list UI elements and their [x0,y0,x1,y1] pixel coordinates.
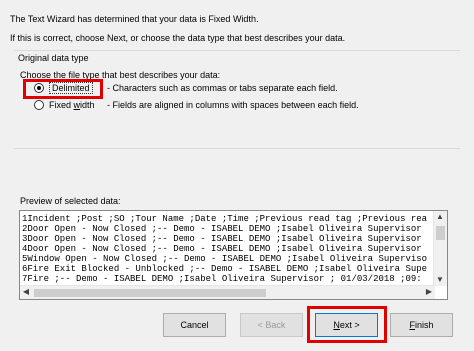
fixed-width-radio-option[interactable]: Fixed width [34,98,95,112]
preview-row-text: Door Open - Now Closed ;-- Demo - ISABEL… [27,234,422,244]
wizard-intro-line1: The Text Wizard has determined that your… [10,14,259,24]
preview-row: 6Fire Exit Blocked - Unblocked ;-- Demo … [22,264,427,274]
wizard-intro-line2: If this is correct, choose Next, or choo… [10,33,346,43]
preview-row: 5Window Open - Now Closed ;-- Demo - ISA… [22,254,427,264]
finish-label: inish [414,320,434,330]
preview-row: 4Door Open - Now Closed ;-- Demo - ISABE… [22,244,422,254]
vertical-scroll-thumb[interactable] [436,226,445,240]
preview-row: 3Door Open - Now Closed ;-- Demo - ISABE… [22,234,422,244]
preview-row-text: Door Open - Now Closed ;-- Demo - ISABEL… [27,244,422,254]
next-highlight-box [307,306,387,343]
horizontal-scrollbar[interactable]: ◀ ▶ [20,285,435,299]
fixed-width-label[interactable]: Fixed width [49,100,95,110]
preview-row: 7Fire ;-- Demo - ISABEL DEMO ;Isabel Oli… [22,274,422,284]
scroll-down-icon[interactable]: ▼ [434,274,446,286]
preview-row-text: Window Open - Now Closed ;-- Demo - ISAB… [27,254,428,264]
preview-row: 2Door Open - Now Closed ;-- Demo - ISABE… [22,224,422,234]
data-preview-pane[interactable]: 1Incident ;Post ;SO ;Tour Name ;Date ;Ti… [19,210,448,300]
group-label: Original data type [18,53,89,63]
fixed-width-radio-button[interactable] [34,100,44,110]
delimited-highlight-box [23,79,103,99]
fixed-width-description: - Fields are aligned in columns with spa… [107,100,359,110]
scroll-left-icon[interactable]: ◀ [20,286,32,298]
vertical-scrollbar[interactable]: ▲ ▼ [433,211,447,286]
preview-row: 1Incident ;Post ;SO ;Tour Name ;Date ;Ti… [22,214,427,224]
preview-label: Preview of selected data: [20,196,121,206]
fixed-width-label-part1: Fixed [49,100,74,110]
back-button[interactable]: < Back [240,313,303,337]
scroll-up-icon[interactable]: ▲ [434,211,446,223]
preview-row-text: Fire Exit Blocked - Unblocked ;-- Demo -… [27,264,428,274]
finish-button[interactable]: Finish [390,313,453,337]
cancel-button[interactable]: Cancel [163,313,226,337]
delimited-description: - Characters such as commas or tabs sepa… [107,83,338,93]
scroll-right-icon[interactable]: ▶ [423,286,435,298]
preview-row-text: Door Open - Now Closed ;-- Demo - ISABEL… [27,224,422,234]
preview-row-text: Incident ;Post ;SO ;Tour Name ;Date ;Tim… [27,214,428,224]
preview-row-text: Fire ;-- Demo - ISABEL DEMO ;Isabel Oliv… [27,274,422,284]
horizontal-scroll-thumb[interactable] [34,289,266,297]
fixed-width-label-part2: idth [80,100,95,110]
